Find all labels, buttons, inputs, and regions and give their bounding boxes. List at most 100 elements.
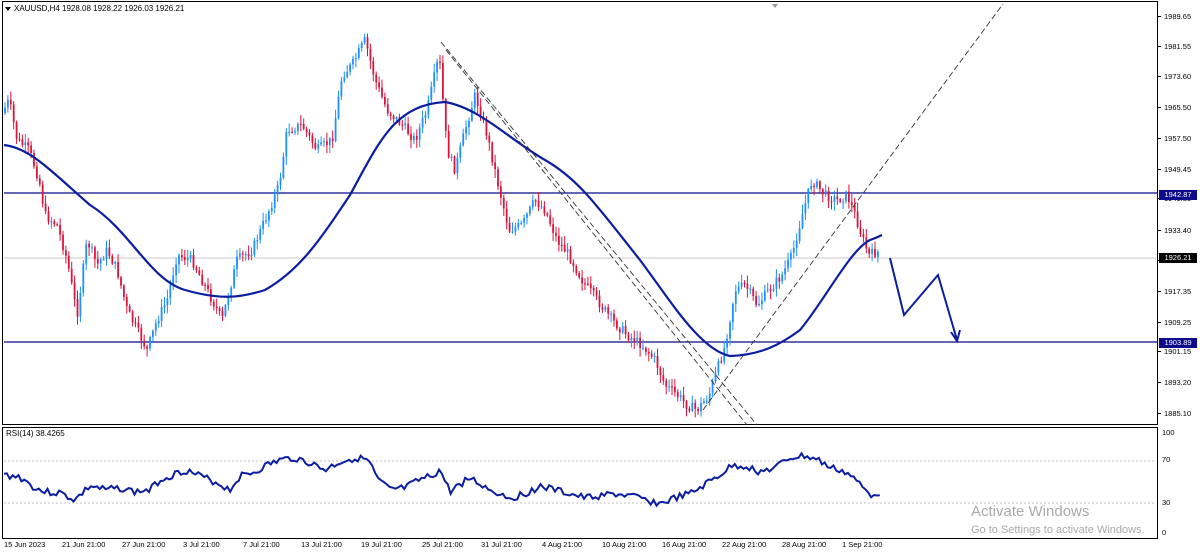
bull-candle: [259, 228, 262, 241]
bear-candle: [639, 337, 641, 348]
bull-candle: [279, 177, 282, 185]
bull-candle: [845, 191, 847, 202]
bull-candle: [285, 131, 288, 157]
price-tick-label: 1885.10: [1157, 409, 1192, 418]
bear-candle: [15, 122, 18, 140]
bear-candle: [720, 361, 723, 363]
price-tick-label: 1981.55: [1157, 42, 1192, 51]
bear-candle: [595, 290, 598, 296]
bear-candle: [372, 60, 375, 75]
bull-candle: [91, 247, 93, 249]
symbol-dropdown-icon[interactable]: [5, 7, 11, 11]
bull-candle: [430, 86, 433, 100]
bear-candle: [546, 213, 549, 216]
rsi-tick-label: 100: [1162, 428, 1175, 437]
bull-candle: [114, 262, 117, 264]
bear-candle: [67, 255, 70, 269]
bull-candle: [737, 286, 740, 292]
bear-candle: [47, 211, 50, 222]
time-tick-label: 31 Jul 21:00: [481, 540, 522, 549]
bull-candle: [239, 253, 241, 257]
bull-candle: [566, 249, 569, 252]
bull-candle: [157, 320, 160, 324]
time-tick-label: 10 Aug 21:00: [602, 540, 647, 549]
rsi-tick-label: 0: [1162, 528, 1167, 537]
price-tick-label: 1957.50: [1157, 134, 1192, 143]
bull-candle: [621, 326, 624, 333]
bull-candle: [636, 337, 639, 343]
bear-candle: [500, 186, 502, 198]
bull-candle: [233, 269, 235, 288]
bull-candle: [714, 372, 717, 382]
bear-candle: [12, 104, 15, 123]
bull-candle: [273, 194, 276, 208]
bull-candle: [268, 211, 270, 221]
time-tick-label: 3 Jul 21:00: [183, 540, 220, 549]
bear-candle: [769, 289, 772, 291]
bear-candle: [407, 123, 409, 134]
bear-candle: [125, 297, 128, 307]
bear-candle: [131, 311, 134, 323]
bear-candle: [111, 256, 114, 264]
scroll-marker-icon: [772, 4, 778, 8]
bull-candle: [253, 240, 256, 255]
bull-candle: [511, 231, 514, 233]
symbol-label: XAUUSD,H4 1928.08 1928.22 1926.03 1926.2…: [14, 4, 185, 13]
bear-candle: [415, 135, 418, 140]
bear-candle: [140, 327, 143, 341]
bull-candle: [363, 37, 366, 43]
bear-candle: [65, 250, 67, 256]
bull-candle: [740, 282, 743, 287]
bull-candle: [761, 300, 763, 305]
bull-candle: [413, 135, 415, 140]
bear-candle: [581, 277, 583, 284]
bull-candle: [79, 292, 82, 317]
bear-candle: [647, 351, 650, 354]
bear-candle: [94, 247, 96, 259]
bull-candle: [236, 256, 238, 270]
bull-candle: [732, 303, 734, 323]
bear-candle: [212, 301, 215, 307]
bear-candle: [401, 124, 404, 126]
uptrend-line: [702, 3, 1004, 411]
price-tick-label: 1901.15: [1157, 347, 1192, 356]
bull-candle: [250, 254, 253, 257]
bear-candle: [62, 234, 64, 251]
bear-candle: [389, 113, 392, 116]
chart-canvas: [3, 3, 1158, 508]
bull-candle: [816, 181, 818, 187]
price-tick-label: 1965.50: [1157, 103, 1192, 112]
bull-candle: [790, 252, 792, 260]
bull-candle: [433, 72, 436, 87]
bear-candle: [874, 248, 876, 257]
bull-candle: [526, 213, 528, 218]
bear-candle: [575, 266, 578, 274]
bull-candle: [734, 291, 737, 304]
bear-candle: [117, 262, 119, 278]
bear-candle: [442, 63, 444, 100]
bull-candle: [346, 71, 349, 78]
bull-candle: [801, 213, 804, 229]
price-tick-label: 1933.40: [1157, 226, 1192, 235]
bear-candle: [752, 288, 755, 296]
time-tick-label: 7 Jul 21:00: [243, 540, 280, 549]
downtrend-line-lower: [445, 49, 748, 426]
bull-candle: [456, 158, 459, 174]
bear-candle: [778, 277, 781, 282]
bear-candle: [18, 139, 21, 141]
bear-candle: [821, 189, 824, 195]
bull-candle: [679, 395, 682, 397]
bear-candle: [613, 313, 615, 321]
bear-candle: [665, 380, 668, 387]
bull-candle: [404, 123, 407, 126]
bear-candle: [697, 408, 699, 412]
bear-candle: [650, 353, 653, 357]
bear-candle: [633, 337, 636, 343]
bear-candle: [476, 92, 479, 107]
bull-candle: [297, 123, 299, 132]
bear-candle: [569, 249, 572, 263]
bear-candle: [549, 215, 552, 225]
bear-candle: [447, 130, 450, 158]
bear-candle: [247, 254, 250, 257]
bull-candle: [7, 99, 9, 108]
